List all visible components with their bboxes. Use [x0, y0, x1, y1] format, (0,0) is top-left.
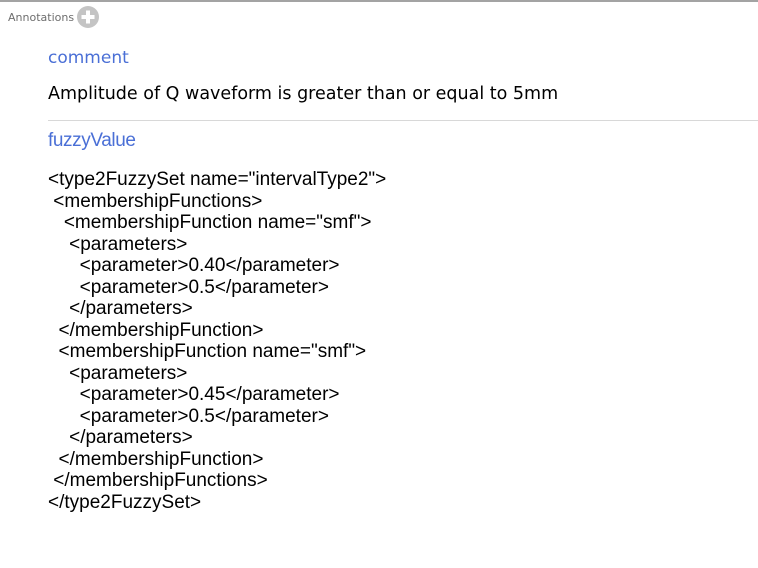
xml-line: </parameters>: [48, 298, 193, 319]
annotation-value-fuzzy-value[interactable]: <type2FuzzySet name="intervalType2"> <me…: [48, 169, 386, 513]
annotations-label: Annotations: [8, 10, 75, 24]
xml-line: </type2FuzzySet>: [48, 491, 202, 513]
annotations-header: Annotations: [8, 6, 100, 28]
xml-line: <parameters>: [48, 362, 188, 384]
xml-line: <parameter>0.40</parameter>: [48, 255, 340, 276]
xml-line: <parameter>0.5</parameter>: [48, 276, 329, 298]
xml-line: </membershipFunctions>: [48, 470, 268, 491]
xml-line: <type2FuzzySet name="intervalType2">: [48, 169, 387, 190]
annotation-key-comment[interactable]: comment: [48, 48, 129, 68]
top-border: [0, 0, 758, 2]
annotation-value-comment[interactable]: Amplitude of Q waveform is greater than …: [48, 84, 558, 104]
annotation-separator: [48, 120, 758, 121]
xml-line: <membershipFunction name="smf">: [48, 212, 372, 233]
xml-line: </parameters>: [48, 427, 193, 448]
xml-line: </membershipFunction>: [48, 448, 264, 470]
annotation-key-fuzzy-value[interactable]: fuzzyValue: [48, 130, 136, 152]
xml-line: <parameters>: [48, 233, 188, 255]
xml-line: <membershipFunction name="smf">: [48, 341, 367, 362]
add-annotation-button[interactable]: [77, 6, 100, 28]
xml-line: <parameter>0.45</parameter>: [48, 384, 340, 405]
xml-line: <membershipFunctions>: [48, 190, 263, 212]
xml-line: </membershipFunction>: [48, 319, 264, 341]
plus-icon: [81, 10, 95, 24]
xml-line: <parameter>0.5</parameter>: [48, 405, 329, 427]
